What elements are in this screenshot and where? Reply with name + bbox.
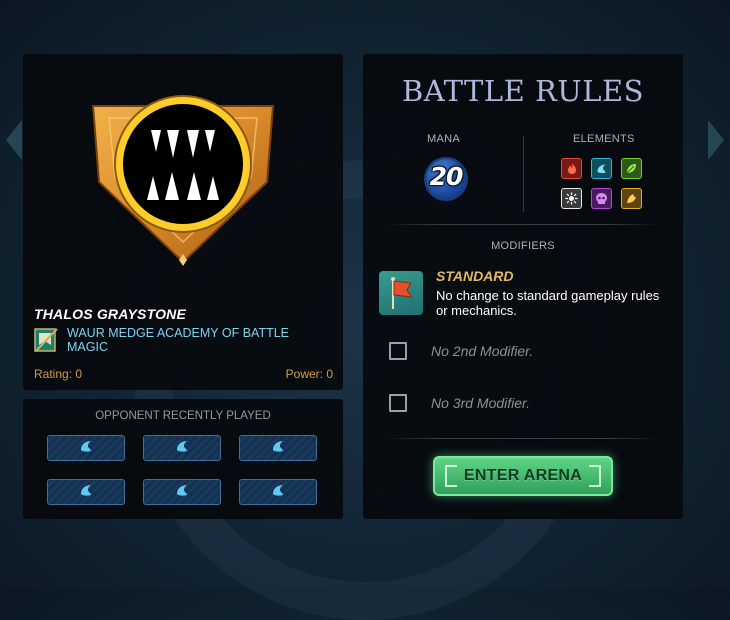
water-splash-icon [270,438,286,459]
player-panel: THALOS GRAYSTONE WAUR MEDGE ACADEMY OF B… [23,54,343,390]
background-right-arrow [708,120,724,160]
water-splash-icon [174,482,190,503]
rating-value: Rating: 0 [34,367,83,381]
modifier-3-label: No 3rd Modifier. [431,395,531,411]
enter-arena-button[interactable]: ENTER ARENA [433,456,613,496]
water-element-icon[interactable] [591,158,612,179]
death-element-icon[interactable] [591,188,612,209]
rules-divider-top [385,224,661,225]
battle-rules-panel: BATTLE RULES MANA 20 ELEMENTS MODIFIERS … [363,54,683,519]
battle-rules-title: BATTLE RULES [401,74,645,108]
water-splash-icon [78,482,94,503]
power-value: Power: 0 [285,367,333,381]
opponent-slot[interactable] [47,479,125,505]
enter-arena-label: ENTER ARENA [463,467,583,484]
elements-label: ELEMENTS [573,133,635,145]
opponent-title: OPPONENT RECENTLY PLAYED [95,410,271,422]
modifier-3-checkbox[interactable] [389,394,407,412]
button-right-bracket [589,465,601,487]
earth-element-icon[interactable] [621,158,642,179]
guild-name-link[interactable]: WAUR MEDGE ACADEMY OF BATTLE MAGIC [67,326,327,354]
opponent-slot[interactable] [239,435,317,461]
water-splash-icon [174,438,190,459]
standard-modifier-icon [379,271,423,315]
opponent-panel: OPPONENT RECENTLY PLAYED [23,399,343,519]
mana-elements-divider [523,136,524,212]
standard-modifier-description: No change to standard gameplay rules or … [436,288,660,318]
guild-banner-icon [33,327,59,353]
button-left-bracket [445,465,457,487]
modifier-2-checkbox[interactable] [389,342,407,360]
fire-element-icon[interactable] [561,158,582,179]
standard-modifier-name: STANDARD [436,268,514,284]
opponent-slot[interactable] [143,435,221,461]
mana-value: 20 [429,162,464,191]
background-left-arrow [6,120,22,160]
rules-divider-bottom [385,438,661,439]
mana-label: MANA [427,133,460,145]
player-name: THALOS GRAYSTONE [34,306,187,322]
opponent-slot[interactable] [143,479,221,505]
life-element-icon[interactable] [561,188,582,209]
opponent-slot[interactable] [239,479,317,505]
water-splash-icon [78,438,94,459]
opponent-slot[interactable] [47,435,125,461]
water-splash-icon [270,482,286,503]
fangs-emblem-icon [83,86,283,266]
modifier-2-label: No 2nd Modifier. [431,343,534,359]
dragon-element-icon[interactable] [621,188,642,209]
modifiers-label: MODIFIERS [491,240,555,252]
